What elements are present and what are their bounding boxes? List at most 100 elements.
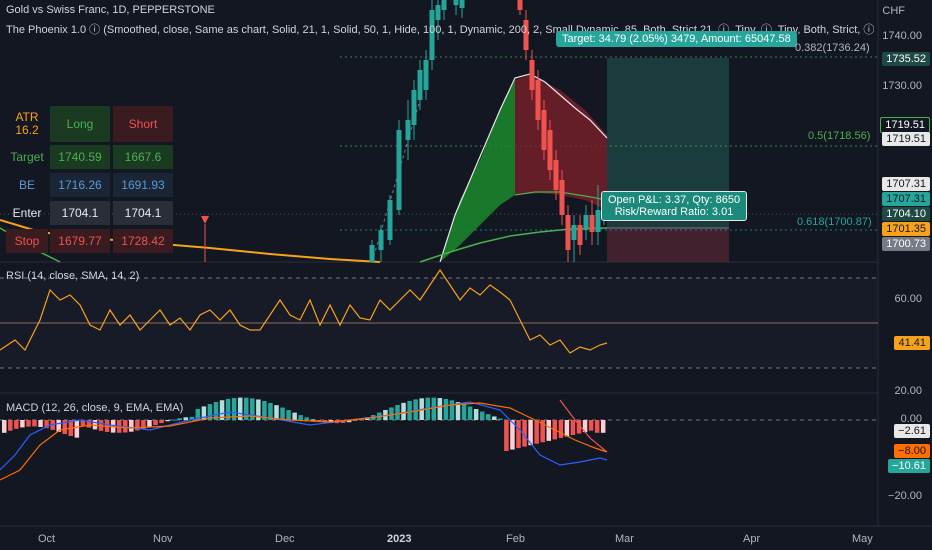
macd-histogram-bar [292,412,297,420]
price-tag-1700: 1700.73 [882,237,930,251]
x-label-apr: Apr [743,533,761,545]
price-tag-1719b: 1719.51 [882,132,930,146]
fib-0618-label: 0.618(1700.87) [797,216,872,228]
macd-histogram-bar [600,420,606,433]
candle-body [453,0,459,5]
macd-histogram-bar [38,420,43,427]
macd-histogram-bar [147,420,152,428]
x-label-2023: 2023 [387,533,412,545]
macd-histogram-bar [389,407,394,420]
macd-histogram-bar [443,398,449,420]
x-label-nov: Nov [153,533,173,545]
price-tag-1707b: 1707.31 [882,192,930,206]
rsi-value-tag: 41.41 [894,336,930,350]
candle-body [529,60,535,90]
candle-body [435,5,441,20]
row-target-label: Target [10,150,44,164]
macd-histogram-bar [570,420,576,436]
macd-histogram-bar [516,420,521,449]
row-target-long: 1740.59 [50,145,110,169]
candle-body [547,130,553,170]
macd-histogram-bar [304,417,309,420]
macd-histogram-bar [407,400,412,420]
macd-histogram-bar [395,405,400,420]
atr-value: 16.2 [15,123,39,137]
macd-histogram-bar [498,418,503,420]
macd-histogram-bar [159,420,164,424]
macd-histogram-bar [153,420,158,426]
macd-histogram-bar [177,418,182,420]
macd-title[interactable]: MACD (12, 26, close, 9, EMA, EMA) [6,402,183,414]
price-tag-1707a: 1707.31 [882,177,930,191]
row-enter-short: 1704.1 [113,201,173,225]
macd-histogram-bar [286,410,291,420]
row-target-short: 1667.6 [113,145,173,169]
candle-body [459,0,465,8]
x-label-may: May [852,533,873,545]
row-be-short: 1691.93 [113,173,173,197]
macd-histogram-bar [274,405,279,420]
macd-histogram-bar [280,407,285,420]
candle-body [411,90,417,125]
candle-body [565,215,571,250]
macd-histogram-bar [310,419,316,421]
macd-histogram-bar [546,420,551,441]
macd-histogram-bar [171,419,176,421]
candle-body [571,225,577,240]
macd-histogram-bar [473,409,479,420]
row-stop-long: 1679.77 [50,229,110,253]
candle-body [405,120,411,140]
macd-histogram-bar [564,420,570,437]
candle-body [387,200,393,240]
x-label-oct: Oct [38,533,56,545]
candle-body [595,210,601,232]
candle-body [396,130,402,210]
candle-body [589,215,595,232]
rsi-title[interactable]: RSI (14, close, SMA, 14, 2) [6,270,139,282]
macd-value-3: −10.61 [888,459,930,473]
row-enter-long: 1704.1 [50,201,110,225]
macd-histogram-bar [588,420,594,431]
macd-histogram-bar [492,416,497,420]
macd-histogram-bar [558,420,564,438]
macd-value-2: −8.00 [894,444,930,458]
macd-histogram-bar [129,420,134,432]
row-stop-label: Stop [6,229,48,253]
macd-value-1: −2.61 [894,424,930,438]
fib-0382-label: 0.382(1736.24) [795,42,870,54]
candle-body [541,110,547,150]
chart-window: Gold vs Swiss Franc, 1D, PEPPERSTONE The… [0,0,932,550]
macd-histogram-bar [431,397,437,420]
macd-tick-m20: −20.00 [888,490,922,502]
candle-body [583,215,589,230]
candle-body [517,0,523,10]
x-label-dec: Dec [275,533,295,545]
rsi-tick-60: 60.00 [894,293,922,305]
price-chart[interactable] [0,0,932,550]
macd-histogram-bar [2,420,7,433]
macd-histogram-bar [32,420,37,427]
rsi-tick-20: 20.00 [894,385,922,397]
price-tick-1740: 1740.00 [882,30,922,42]
candle-body [559,180,565,215]
row-be-long: 1716.26 [50,173,110,197]
currency-label: CHF [882,5,905,17]
macd-histogram-bar [534,420,539,444]
col-short-header: Short [113,106,173,142]
macd-histogram-bar [26,420,31,427]
macd-histogram-bar [74,420,80,438]
candle-body [423,60,429,90]
macd-histogram-bar [449,400,455,420]
pnl-line2: Risk/Reward Ratio: 3.01 [614,206,734,218]
symbol-title[interactable]: Gold vs Swiss Franc, 1D, PEPPERSTONE [6,4,215,16]
macd-histogram-bar [401,402,406,420]
row-stop-short: 1728.42 [113,229,173,253]
price-tag-1719a: 1719.51 [880,117,930,133]
macd-histogram-bar [486,414,491,420]
x-label-feb: Feb [506,533,525,545]
macd-histogram-bar [461,404,467,420]
candle-body [417,70,423,100]
macd-histogram-bar [8,420,13,431]
macd-histogram-bar [594,420,600,433]
row-be-label: BE [18,178,35,192]
